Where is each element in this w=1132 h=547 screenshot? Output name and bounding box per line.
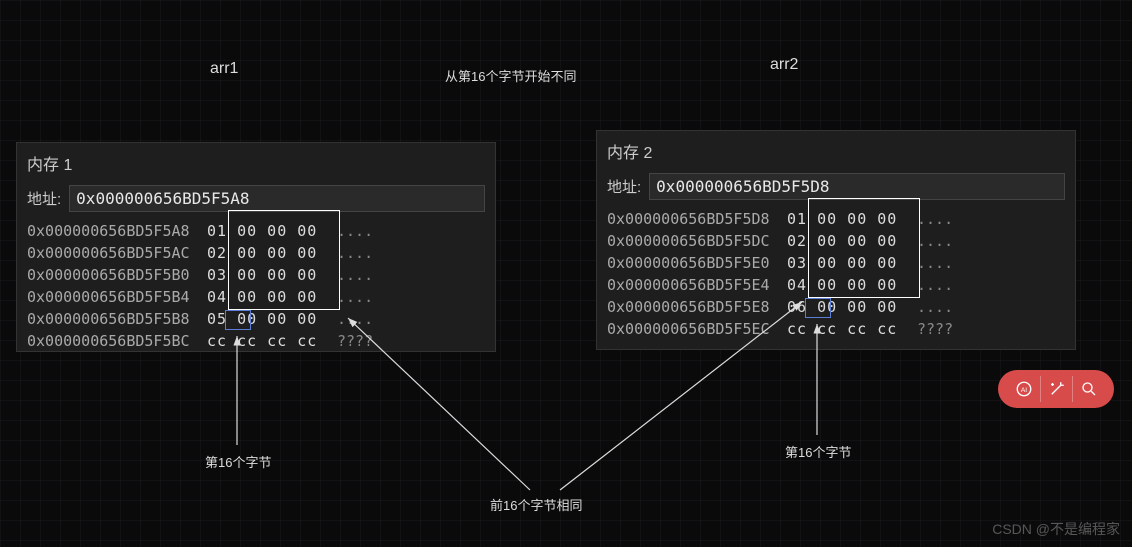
memory-ascii: .... (327, 288, 373, 306)
memory-address: 0x000000656BD5F5EC (607, 320, 787, 338)
memory-ascii: .... (907, 232, 953, 250)
memory-row: 0x000000656BD5F5E404 00 00 00.... (607, 274, 1065, 296)
address-label-1: 地址: (27, 188, 61, 209)
memory-address: 0x000000656BD5F5B0 (27, 266, 207, 284)
memory-ascii: .... (907, 276, 953, 294)
ai-button[interactable]: AI (1008, 376, 1040, 402)
memory-row: 0x000000656BD5F5DC02 00 00 00.... (607, 230, 1065, 252)
floating-toolbar: AI (998, 370, 1114, 408)
memory-row: 0x000000656BD5F5AC02 00 00 00.... (27, 242, 485, 264)
arr2-label: arr2 (770, 56, 798, 74)
memory-row: 0x000000656BD5F5B404 00 00 00.... (27, 286, 485, 308)
memory-address: 0x000000656BD5F5AC (27, 244, 207, 262)
byte16-label-right: 第16个字节 (785, 442, 851, 461)
memory-bytes: 03 00 00 00 (787, 254, 907, 272)
memory-bytes: 05 00 00 00 (207, 310, 327, 328)
memory-panel-1-title: 内存 1 (17, 143, 495, 181)
address-label-2: 地址: (607, 176, 641, 197)
memory-bytes: 02 00 00 00 (207, 244, 327, 262)
magic-wand-button[interactable] (1040, 376, 1072, 402)
memory-bytes: 02 00 00 00 (787, 232, 907, 250)
search-button[interactable] (1072, 376, 1104, 402)
memory-ascii: ???? (907, 320, 953, 338)
memory-panel-2: 内存 2 地址: 0x000000656BD5F5D801 00 00 00..… (596, 130, 1076, 350)
memory-ascii: .... (907, 298, 953, 316)
first16-same-label: 前16个字节相同 (490, 495, 582, 514)
memory-row: 0x000000656BD5F5E003 00 00 00.... (607, 252, 1065, 274)
memory-address: 0x000000656BD5F5B8 (27, 310, 207, 328)
memory-address: 0x000000656BD5F5B4 (27, 288, 207, 306)
memory-ascii: .... (327, 266, 373, 284)
memory-ascii: .... (907, 254, 953, 272)
memory-address: 0x000000656BD5F5E4 (607, 276, 787, 294)
memory-ascii: ???? (327, 332, 373, 350)
memory-row: 0x000000656BD5F5D801 00 00 00.... (607, 208, 1065, 230)
memory-ascii: .... (327, 244, 373, 262)
memory-bytes: cc cc cc cc (787, 320, 907, 338)
memory-address: 0x000000656BD5F5E8 (607, 298, 787, 316)
byte16-label-left: 第16个字节 (205, 452, 271, 471)
address-input-2[interactable] (649, 173, 1065, 200)
memory-ascii: .... (907, 210, 953, 228)
memory-bytes: 03 00 00 00 (207, 266, 327, 284)
memory-bytes: 01 00 00 00 (787, 210, 907, 228)
diff-from-16-label: 从第16个字节开始不同 (445, 66, 576, 85)
memory-row: 0x000000656BD5F5ECcc cc cc cc???? (607, 318, 1065, 340)
memory-ascii: .... (327, 222, 373, 240)
memory-table-1: 0x000000656BD5F5A801 00 00 00....0x00000… (17, 220, 495, 360)
memory-row: 0x000000656BD5F5E806 00 00 00.... (607, 296, 1065, 318)
address-input-1[interactable] (69, 185, 485, 212)
memory-address: 0x000000656BD5F5BC (27, 332, 207, 350)
memory-row: 0x000000656BD5F5B805 00 00 00.... (27, 308, 485, 330)
memory-bytes: 04 00 00 00 (787, 276, 907, 294)
memory-address: 0x000000656BD5F5DC (607, 232, 787, 250)
memory-address: 0x000000656BD5F5E0 (607, 254, 787, 272)
arr1-label: arr1 (210, 60, 238, 78)
memory-ascii: .... (327, 310, 373, 328)
memory-address: 0x000000656BD5F5A8 (27, 222, 207, 240)
memory-bytes: 04 00 00 00 (207, 288, 327, 306)
memory-row: 0x000000656BD5F5BCcc cc cc cc???? (27, 330, 485, 352)
memory-panel-2-title: 内存 2 (597, 131, 1075, 169)
watermark: CSDN @不是编程家 (992, 519, 1120, 539)
memory-bytes: 01 00 00 00 (207, 222, 327, 240)
memory-row: 0x000000656BD5F5B003 00 00 00.... (27, 264, 485, 286)
svg-text:AI: AI (1021, 387, 1028, 394)
memory-bytes: cc cc cc cc (207, 332, 327, 350)
memory-row: 0x000000656BD5F5A801 00 00 00.... (27, 220, 485, 242)
memory-address: 0x000000656BD5F5D8 (607, 210, 787, 228)
memory-panel-1: 内存 1 地址: 0x000000656BD5F5A801 00 00 00..… (16, 142, 496, 352)
memory-bytes: 06 00 00 00 (787, 298, 907, 316)
memory-table-2: 0x000000656BD5F5D801 00 00 00....0x00000… (597, 208, 1075, 348)
